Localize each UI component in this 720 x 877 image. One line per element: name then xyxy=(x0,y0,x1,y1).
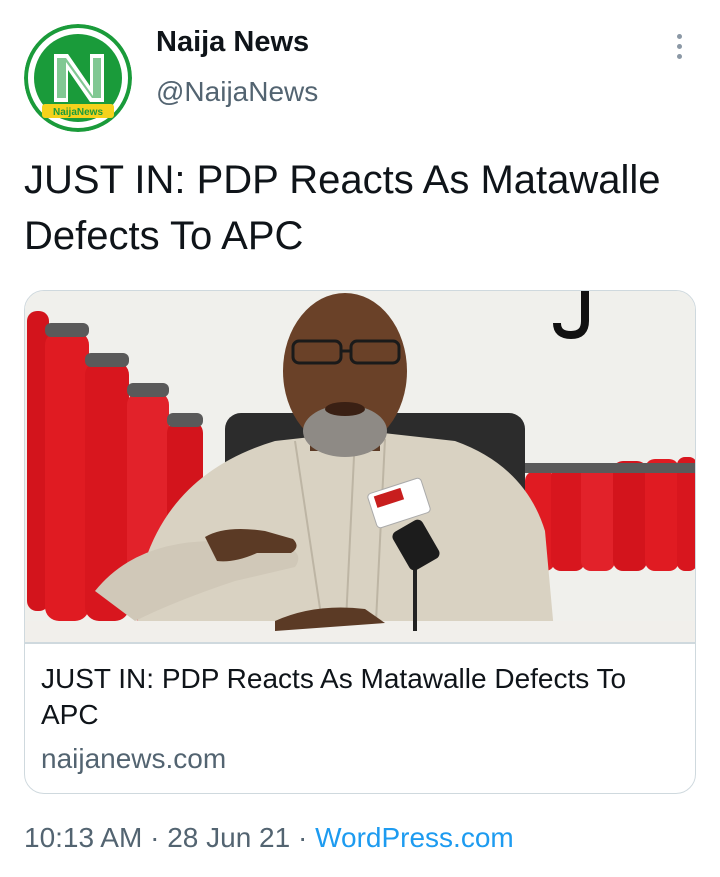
naija-news-logo-icon: NaijaNews xyxy=(24,24,132,132)
tweet-meta: 10:13 AM · 28 Jun 21 · WordPress.com xyxy=(24,822,514,854)
card-divider xyxy=(25,642,695,644)
more-vertical-icon xyxy=(676,33,682,39)
meta-separator: · xyxy=(297,822,308,853)
tweet-date[interactable]: 28 Jun 21 xyxy=(167,822,290,853)
tweet: NaijaNews Naija News @NaijaNews JUST IN:… xyxy=(0,0,720,877)
author-handle[interactable]: @NaijaNews xyxy=(156,76,318,108)
author-name[interactable]: Naija News xyxy=(156,26,309,59)
card-image[interactable] xyxy=(25,291,695,642)
link-card[interactable]: JUST IN: PDP Reacts As Matawalle Defects… xyxy=(24,290,696,794)
author-avatar[interactable]: NaijaNews xyxy=(24,24,132,132)
tweet-source-link[interactable]: WordPress.com xyxy=(315,822,514,853)
tweet-text: JUST IN: PDP Reacts As Matawalle Defects… xyxy=(24,158,661,258)
press-conference-photo xyxy=(25,291,695,642)
card-domain[interactable]: naijanews.com xyxy=(41,743,226,775)
avatar-logo-text: NaijaNews xyxy=(53,107,103,118)
more-options-button[interactable] xyxy=(664,26,694,66)
meta-separator: · xyxy=(150,822,160,853)
card-title[interactable]: JUST IN: PDP Reacts As Matawalle Defects… xyxy=(41,661,681,733)
tweet-time[interactable]: 10:13 AM xyxy=(24,822,142,853)
